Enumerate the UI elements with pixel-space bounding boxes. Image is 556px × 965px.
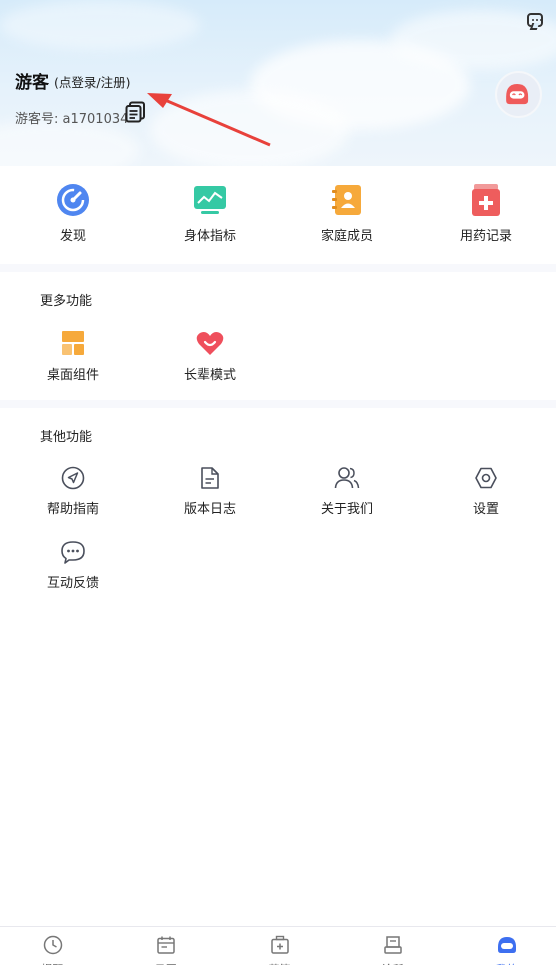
- tile-label: 帮助指南: [46, 502, 99, 517]
- users-icon: [334, 467, 360, 489]
- robot-avatar-icon: [506, 83, 529, 105]
- bottom-nav: 提醒 日历 药箱 诊所 我的: [0, 926, 556, 965]
- tile-desktop-widget[interactable]: 桌面组件: [33, 330, 113, 383]
- tile-label: 长辈模式: [183, 368, 236, 383]
- tile-body-metrics[interactable]: 身体指标: [170, 183, 250, 244]
- tile-version-log[interactable]: 版本日志: [170, 466, 250, 517]
- clinic-icon: [383, 936, 402, 954]
- clock-icon: [43, 935, 62, 955]
- medicine-box-icon: [270, 935, 289, 954]
- tile-label: 桌面组件: [46, 368, 99, 383]
- more-features-section: 更多功能 桌面组件 长辈模式: [0, 272, 556, 400]
- tile-about-us[interactable]: 关于我们: [307, 466, 387, 517]
- tile-elder-mode[interactable]: 长辈模式: [170, 330, 250, 383]
- nav-medicine-box[interactable]: 药箱: [224, 935, 335, 965]
- tile-label: 用药记录: [459, 229, 512, 244]
- chat-bubble-icon[interactable]: [527, 13, 543, 27]
- tile-label: 版本日志: [183, 502, 236, 517]
- nav-label: 药箱: [224, 961, 335, 965]
- user-name[interactable]: 游客: [15, 68, 49, 93]
- nav-label: 日历: [110, 961, 221, 965]
- settings-hexagon-icon: [475, 467, 497, 489]
- widget-icon: [62, 331, 84, 355]
- nav-label: 提醒: [0, 961, 108, 965]
- tile-label: 关于我们: [320, 502, 373, 517]
- tile-label: 家庭成员: [320, 229, 373, 244]
- nav-label: 我的: [451, 961, 556, 965]
- calendar-icon: [156, 936, 175, 954]
- profile-header: 游客 (点登录/注册) 游客号: a1701034: [0, 0, 556, 166]
- feedback-bubble-icon: [61, 541, 85, 564]
- monitor-chart-icon: [194, 186, 226, 214]
- cloud-decoration: [0, 0, 200, 50]
- tile-settings[interactable]: 设置: [446, 466, 526, 517]
- tile-feedback[interactable]: 互动反馈: [33, 540, 113, 591]
- compass-icon: [57, 184, 89, 216]
- tile-label: 互动反馈: [46, 576, 99, 591]
- section-title: 更多功能: [40, 294, 93, 309]
- tile-discover[interactable]: 发现: [33, 183, 113, 244]
- contacts-book-icon: [332, 185, 361, 215]
- nav-calendar[interactable]: 日历: [110, 935, 221, 965]
- nav-mine[interactable]: 我的: [451, 935, 556, 965]
- copy-icon[interactable]: [125, 101, 147, 123]
- heart-smile-icon: [196, 332, 224, 355]
- other-features-section: 其他功能 帮助指南 版本日志 关于我们 设置 互动反馈: [0, 408, 556, 926]
- tile-label: 身体指标: [183, 229, 236, 244]
- document-icon: [201, 467, 219, 489]
- nav-reminder[interactable]: 提醒: [0, 935, 108, 965]
- main-feature-grid: 发现 身体指标 家庭成员 用药记录: [0, 166, 556, 264]
- login-register-link[interactable]: (点登录/注册): [54, 72, 130, 91]
- tile-label: 设置: [472, 502, 499, 517]
- nav-label: 诊所: [337, 961, 448, 965]
- cloud-decoration: [150, 90, 350, 166]
- guest-id: 游客号: a1701034: [15, 112, 129, 127]
- medicine-record-icon: [472, 184, 500, 216]
- send-circle-icon: [61, 466, 85, 490]
- robot-face-icon: [497, 937, 516, 953]
- tile-label: 发现: [59, 229, 86, 244]
- tile-family-members[interactable]: 家庭成员: [307, 183, 387, 244]
- tile-help-guide[interactable]: 帮助指南: [33, 466, 113, 517]
- section-title: 其他功能: [40, 430, 93, 445]
- tile-medication-record[interactable]: 用药记录: [446, 183, 526, 244]
- nav-clinic[interactable]: 诊所: [337, 935, 448, 965]
- avatar[interactable]: [495, 71, 542, 118]
